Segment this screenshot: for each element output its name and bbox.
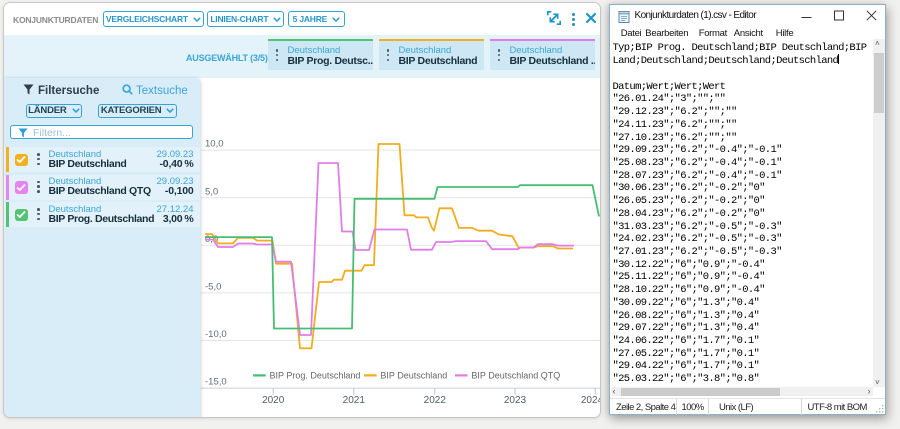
svg-text:-10,0: -10,0 [205,329,227,340]
svg-text:BIP Deutschland: BIP Deutschland [380,371,447,381]
svg-text:2021: 2021 [343,395,366,406]
svg-text:-5,0: -5,0 [205,282,221,293]
svg-text:2020: 2020 [262,395,285,406]
svg-text:2023: 2023 [504,395,527,406]
svg-text:5,0: 5,0 [205,186,218,197]
svg-text:2022: 2022 [424,395,447,406]
svg-text:10,0: 10,0 [205,139,224,150]
svg-text:BIP Deutschland QTQ: BIP Deutschland QTQ [471,371,560,381]
svg-text:-15,0: -15,0 [205,377,227,388]
svg-text:2024: 2024 [581,395,601,406]
svg-text:BIP Prog. Deutschland: BIP Prog. Deutschland [270,371,361,381]
